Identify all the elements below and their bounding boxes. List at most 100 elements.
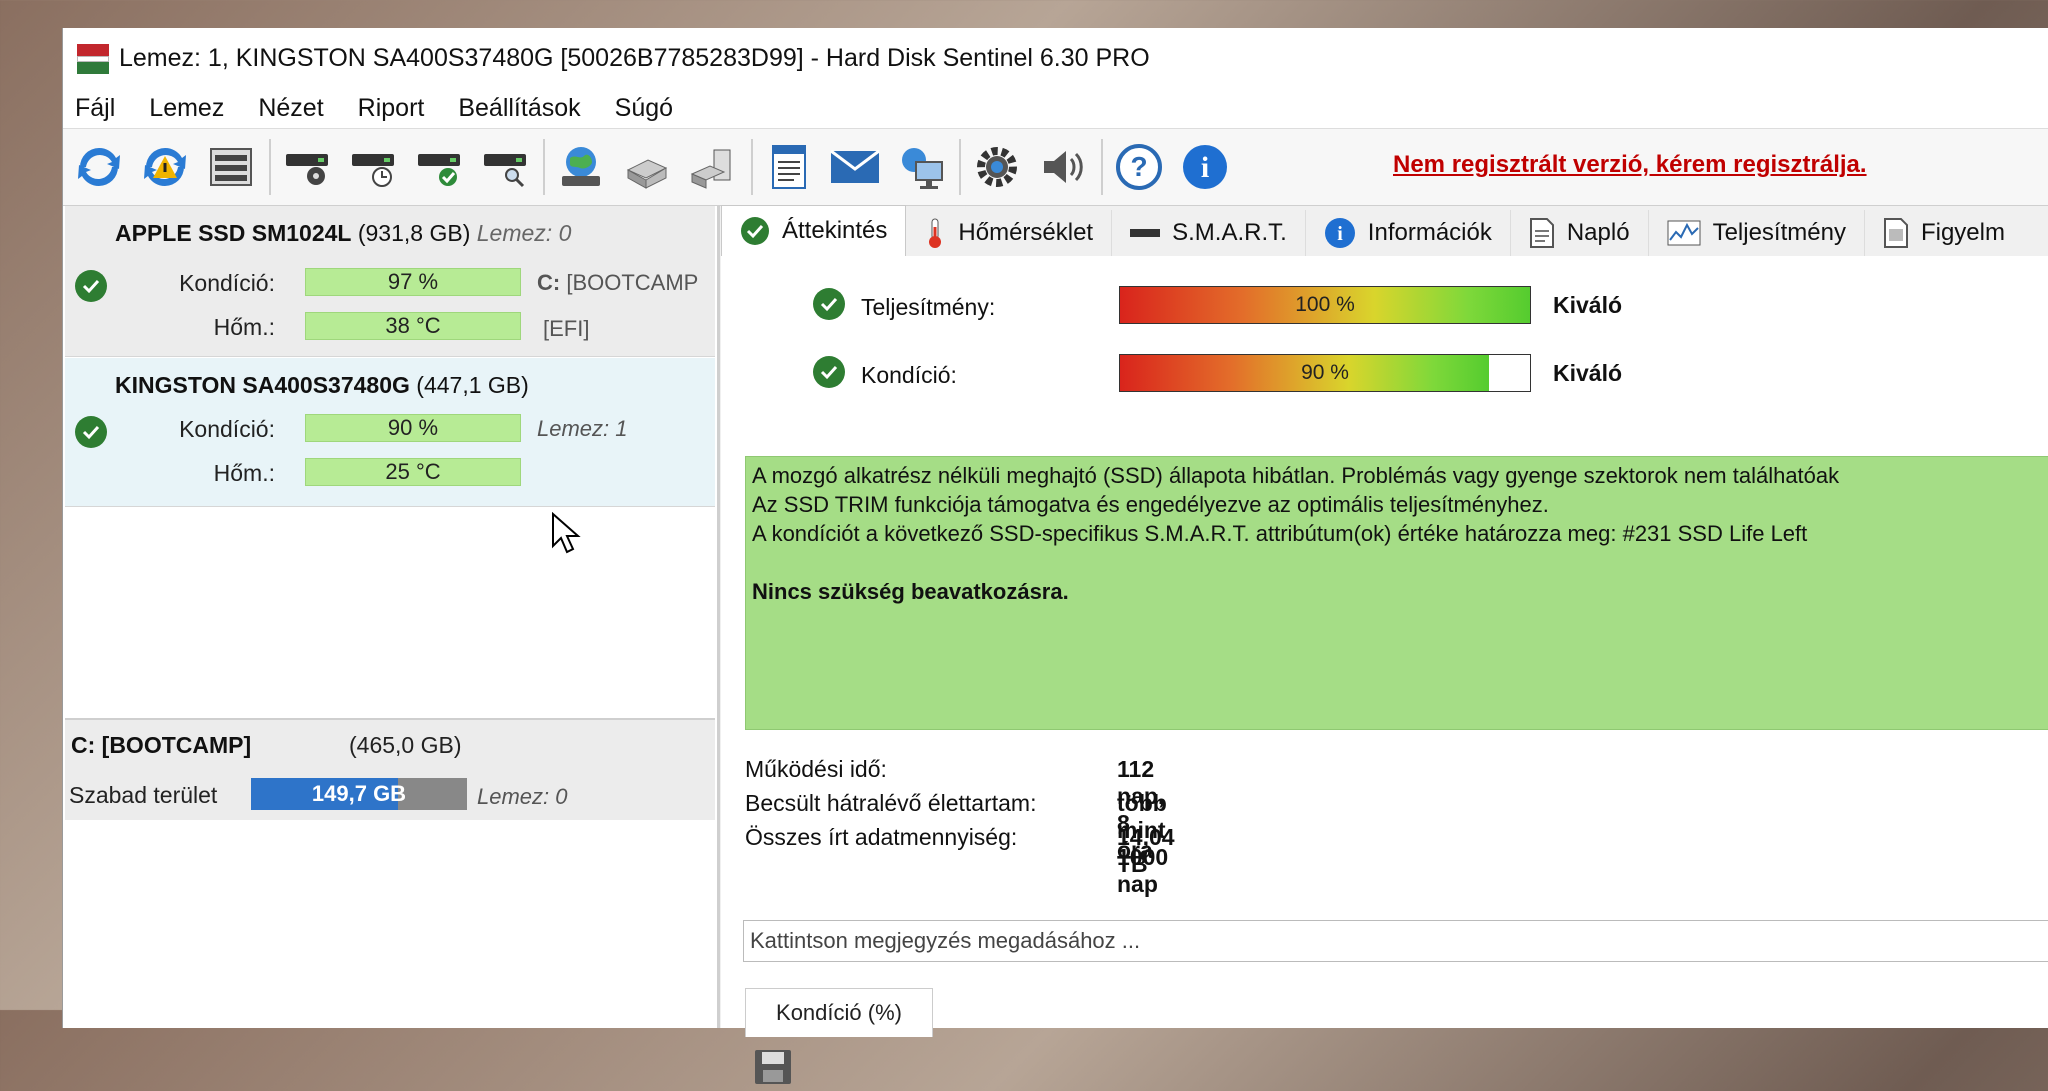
menu-help[interactable]: Súgó (615, 94, 673, 123)
menu-file[interactable]: Fájl (75, 94, 115, 123)
written-label: Összes írt adatmennyiség: (745, 824, 1018, 850)
tab-label: Teljesítmény (1712, 219, 1846, 246)
volume-efi: [EFI] (543, 316, 590, 341)
app-window: Lemez: 1, KINGSTON SA400S37480G [50026B7… (62, 28, 2048, 1084)
refresh-warning-icon[interactable] (137, 139, 193, 195)
svg-text:?: ? (1130, 151, 1147, 182)
lifetime-label: Becsült hátralévő élettartam: (745, 790, 1037, 816)
note-input[interactable]: Kattintson megjegyzés megadásához ... (743, 920, 2048, 962)
disk-item-kingston[interactable]: KINGSTON SA400S37480G (447,1 GB) Kondíci… (65, 358, 715, 507)
info-icon[interactable]: i (1177, 139, 1233, 195)
app-flag-icon (77, 42, 109, 74)
menu-report[interactable]: Riport (358, 94, 425, 123)
disk-schedule-icon[interactable] (345, 139, 401, 195)
free-space-value: 149,7 GB (311, 781, 407, 806)
temp-label: Hőm.: (213, 460, 275, 486)
external-disk-icon[interactable] (685, 139, 741, 195)
volume-letter: C: (537, 270, 561, 295)
disk-list-icon[interactable] (203, 139, 259, 195)
disk-item-apple[interactable]: APPLE SSD SM1024L (931,8 GB) Lemez: 0 Ko… (65, 206, 715, 357)
settings-gear-icon[interactable] (969, 139, 1025, 195)
svg-text:i: i (1201, 151, 1209, 184)
uptime-row: Működési idő: 112 nap, 8 óra (745, 756, 1164, 863)
volume-name: C: [BOOTCAMP] (71, 732, 252, 758)
refresh-icon[interactable] (71, 139, 127, 195)
window-title: Lemez: 1, KINGSTON SA400S37480G [50026B7… (119, 43, 1150, 72)
message-line: A mozgó alkatrész nélküli meghajtó (SSD)… (752, 463, 1840, 488)
menu-disk[interactable]: Lemez (149, 94, 224, 123)
toolbar-separator (269, 139, 271, 195)
temp-bar: 25 °C (305, 458, 521, 486)
performance-ok-icon (813, 288, 845, 320)
disk-ok-icon[interactable] (411, 139, 467, 195)
free-space-label: Szabad terület (69, 782, 218, 808)
disk-name: KINGSTON SA400S37480G (115, 372, 410, 398)
disk-size: (931,8 GB) (357, 220, 471, 246)
thermometer-icon (924, 217, 946, 249)
disk-title: APPLE SSD SM1024L (931,8 GB) Lemez: 0 (115, 220, 571, 247)
health-label: Kondíció: (861, 362, 957, 388)
tab-label: Napló (1566, 219, 1630, 246)
health-label: Kondíció: (179, 270, 275, 296)
alerts-icon (1883, 217, 1909, 249)
volume-label: C: [BOOTCAMP (537, 270, 698, 296)
health-value: 90 % (1301, 361, 1349, 384)
disk-search-icon[interactable] (477, 139, 533, 195)
save-icon[interactable] (753, 1048, 793, 1086)
svg-text:i: i (1337, 223, 1343, 245)
tab-smart[interactable]: S.M.A.R.T. (1112, 210, 1306, 256)
volume-name: [BOOTCAMP (566, 270, 699, 295)
temp-bar: 38 °C (305, 312, 521, 340)
message-line: Az SSD TRIM funkciója támogatva és enged… (752, 492, 1549, 517)
tab-health-chart[interactable]: Kondíció (%) (745, 988, 933, 1037)
menu-view[interactable]: Nézet (258, 94, 323, 123)
menu-bar: Fájl Lemez Nézet Riport Beállítások Súgó (63, 88, 2048, 128)
disk-name: APPLE SSD SM1024L (115, 220, 352, 246)
message-action: Nincs szükség beavatkozásra. (752, 579, 1069, 604)
tab-information[interactable]: i Információk (1306, 210, 1511, 256)
sound-icon[interactable] (1035, 139, 1091, 195)
network-icon[interactable] (553, 139, 609, 195)
health-bar: 97 % (305, 268, 521, 296)
toolbar-separator (751, 139, 753, 195)
tab-label: Információk (1367, 219, 1492, 246)
tab-log[interactable]: Napló (1511, 210, 1649, 256)
tab-label: Hőmérséklet (958, 219, 1094, 246)
tab-alerts[interactable]: Figyelm (1865, 210, 2023, 256)
volume-item-bootcamp[interactable]: C: [BOOTCAMP] (465,0 GB) Szabad terület … (65, 718, 715, 820)
message-line: A kondíciót a következő SSD-specifikus S… (752, 521, 1808, 546)
toolbar: ? i Nem regisztrált verzió, kérem regisz… (63, 128, 2048, 206)
disk-ref: Lemez: 0 (476, 220, 572, 246)
disk-title: KINGSTON SA400S37480G (447,1 GB) (115, 372, 529, 399)
written-row: Összes írt adatmennyiség: 14,04 TB (745, 824, 1175, 877)
tab-label: Figyelm (1920, 219, 2005, 246)
health-status: Kiváló (1553, 360, 1623, 386)
health-ok-icon (813, 356, 845, 388)
tab-overview[interactable]: Áttekintés (721, 205, 907, 256)
tab-label: Áttekintés (782, 217, 888, 244)
menu-settings[interactable]: Beállítások (458, 94, 580, 123)
web-monitor-icon[interactable] (893, 139, 949, 195)
info-icon: i (1324, 217, 1356, 249)
written-value: 14,04 TB (1117, 824, 1175, 877)
email-icon[interactable] (827, 139, 883, 195)
disk-surface-icon[interactable] (279, 139, 335, 195)
performance-value: 100 % (1295, 293, 1355, 316)
performance-bar: 100 % (1119, 286, 1531, 324)
toolbar-separator (1101, 139, 1103, 195)
toolbar-separator (543, 139, 545, 195)
usb-disk-icon[interactable] (619, 139, 675, 195)
report-icon[interactable] (761, 139, 817, 195)
title-bar: Lemez: 1, KINGSTON SA400S37480G [50026B7… (63, 28, 2048, 88)
disk-ref-text: Lemez: 1 (537, 416, 628, 441)
toolbar-separator (959, 139, 961, 195)
help-icon[interactable]: ? (1111, 139, 1167, 195)
overview-panel: Teljesítmény: 100 % Kiváló Kondíció: 90 … (721, 256, 2048, 1084)
tab-bar: Áttekintés Hőmérséklet S.M.A.R.T. i Info… (721, 205, 2048, 257)
health-label: Kondíció: (179, 416, 275, 442)
volume-size: (465,0 GB) (349, 732, 462, 758)
register-link[interactable]: Nem regisztrált verzió, kérem regisztrál… (1393, 151, 1867, 179)
tab-performance[interactable]: Teljesítmény (1649, 210, 1865, 256)
tab-temperature[interactable]: Hőmérséklet (906, 210, 1113, 256)
temp-label: Hőm.: (213, 314, 275, 340)
